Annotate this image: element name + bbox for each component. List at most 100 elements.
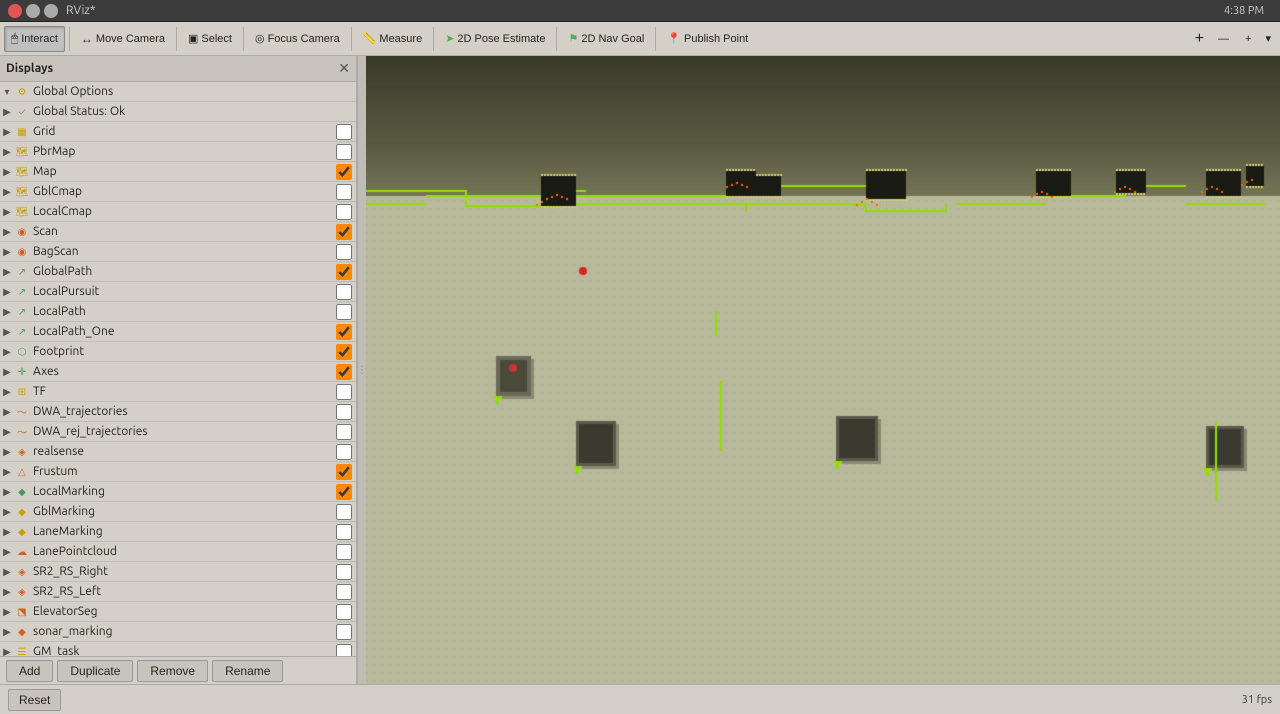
rename-button[interactable]: Rename xyxy=(212,660,283,682)
expand-arrow[interactable]: ▶ xyxy=(0,366,14,378)
display-item[interactable]: ▶〜DWA_trajectories xyxy=(0,402,356,422)
display-item[interactable]: ▶◆GblMarking xyxy=(0,502,356,522)
expand-arrow[interactable]: ▶ xyxy=(0,606,14,618)
display-item-checkbox[interactable] xyxy=(336,284,352,300)
expand-arrow[interactable]: ▶ xyxy=(0,486,14,498)
select-button[interactable]: ▣ Select xyxy=(181,26,239,52)
display-item[interactable]: ▶◈SR2_RS_Right xyxy=(0,562,356,582)
display-item[interactable]: ▶✛Axes xyxy=(0,362,356,382)
display-item[interactable]: ▶〜DWA_rej_trajectories xyxy=(0,422,356,442)
display-item-checkbox[interactable] xyxy=(336,544,352,560)
display-item[interactable]: ▶◆LaneMarking xyxy=(0,522,356,542)
display-item-checkbox[interactable] xyxy=(336,344,352,360)
expand-arrow[interactable]: ▶ xyxy=(0,326,14,338)
display-item-checkbox[interactable] xyxy=(336,504,352,520)
expand-arrow[interactable]: ▶ xyxy=(0,106,14,118)
minimize-button[interactable] xyxy=(26,4,40,18)
display-item[interactable]: ▾⚙Global Options xyxy=(0,82,356,102)
expand-arrow[interactable]: ▶ xyxy=(0,386,14,398)
expand-arrow[interactable]: ▶ xyxy=(0,146,14,158)
display-item[interactable]: ▶🗺PbrMap xyxy=(0,142,356,162)
display-item-checkbox[interactable] xyxy=(336,324,352,340)
expand-arrow[interactable]: ▶ xyxy=(0,166,14,178)
2d-pose-estimate-button[interactable]: ➤ 2D Pose Estimate xyxy=(438,26,552,52)
expand-arrow[interactable]: ▶ xyxy=(0,646,14,657)
display-item[interactable]: ▶⊞TF xyxy=(0,382,356,402)
display-item[interactable]: ▶△Frustum xyxy=(0,462,356,482)
display-item[interactable]: ▶◈SR2_RS_Left xyxy=(0,582,356,602)
2d-nav-goal-button[interactable]: ⚑ 2D Nav Goal xyxy=(561,26,651,52)
display-item-checkbox[interactable] xyxy=(336,404,352,420)
display-item-checkbox[interactable] xyxy=(336,524,352,540)
display-item-checkbox[interactable] xyxy=(336,204,352,220)
display-item[interactable]: ▶◆LocalMarking xyxy=(0,482,356,502)
expand-arrow[interactable]: ▾ xyxy=(0,86,14,98)
move-camera-button[interactable]: ↔ Move Camera xyxy=(74,26,172,52)
interact-button[interactable]: 🖱 Interact xyxy=(4,26,65,52)
display-item[interactable]: ▶↗LocalPursuit xyxy=(0,282,356,302)
remove-button[interactable]: Remove xyxy=(137,660,208,682)
add-button[interactable]: Add xyxy=(6,660,53,682)
expand-arrow[interactable]: ▶ xyxy=(0,286,14,298)
display-item[interactable]: ▶◉Scan xyxy=(0,222,356,242)
display-item-checkbox[interactable] xyxy=(336,484,352,500)
expand-arrow[interactable]: ▶ xyxy=(0,566,14,578)
display-item[interactable]: ▶☁LanePointcloud xyxy=(0,542,356,562)
display-item-checkbox[interactable] xyxy=(336,424,352,440)
display-item-checkbox[interactable] xyxy=(336,244,352,260)
display-item-checkbox[interactable] xyxy=(336,564,352,580)
expand-arrow[interactable]: ▶ xyxy=(0,186,14,198)
display-item[interactable]: ▶◉BagScan xyxy=(0,242,356,262)
reset-button[interactable]: Reset xyxy=(8,689,61,711)
display-item-checkbox[interactable] xyxy=(336,384,352,400)
expand-arrow[interactable]: ▶ xyxy=(0,226,14,238)
expand-arrow[interactable]: ▶ xyxy=(0,506,14,518)
display-item[interactable]: ▶↗GlobalPath xyxy=(0,262,356,282)
display-item-checkbox[interactable] xyxy=(336,264,352,280)
display-item[interactable]: ▶↗LocalPath_One xyxy=(0,322,356,342)
expand-arrow[interactable]: ▶ xyxy=(0,466,14,478)
expand-arrow[interactable]: ▶ xyxy=(0,126,14,138)
display-item-checkbox[interactable] xyxy=(336,644,352,657)
display-item[interactable]: ▶🗺GblCmap xyxy=(0,182,356,202)
display-item-checkbox[interactable] xyxy=(336,624,352,640)
display-item[interactable]: ▶☰GM_task xyxy=(0,642,356,656)
display-item-checkbox[interactable] xyxy=(336,124,352,140)
expand-arrow[interactable]: ▶ xyxy=(0,426,14,438)
display-item[interactable]: ▶◈realsense xyxy=(0,442,356,462)
display-item-checkbox[interactable] xyxy=(336,224,352,240)
toolbar-options-button[interactable]: ▾ xyxy=(1260,26,1276,52)
display-item[interactable]: ▶✓Global Status: Ok xyxy=(0,102,356,122)
display-item-checkbox[interactable] xyxy=(336,144,352,160)
viewport[interactable] xyxy=(366,56,1280,684)
maximize-button[interactable] xyxy=(44,4,58,18)
display-item[interactable]: ▶◆sonar_marking xyxy=(0,622,356,642)
expand-arrow[interactable]: ▶ xyxy=(0,406,14,418)
display-item[interactable]: ▶🗺Map xyxy=(0,162,356,182)
publish-point-button[interactable]: 📍 Publish Point xyxy=(660,26,755,52)
display-item-checkbox[interactable] xyxy=(336,604,352,620)
display-item-checkbox[interactable] xyxy=(336,304,352,320)
expand-arrow[interactable]: ▶ xyxy=(0,526,14,538)
display-item-checkbox[interactable] xyxy=(336,584,352,600)
expand-arrow[interactable]: ▶ xyxy=(0,246,14,258)
display-item-checkbox[interactable] xyxy=(336,464,352,480)
measure-button[interactable]: 📏 Measure xyxy=(356,26,430,52)
expand-arrow[interactable]: ▶ xyxy=(0,346,14,358)
resize-handle[interactable]: ⋮ xyxy=(358,56,366,684)
expand-arrow[interactable]: ▶ xyxy=(0,626,14,638)
expand-arrow[interactable]: ▶ xyxy=(0,306,14,318)
displays-close-button[interactable]: ✕ xyxy=(338,60,350,77)
toolbar-config-button[interactable]: + xyxy=(1238,26,1258,52)
display-item[interactable]: ▶↗LocalPath xyxy=(0,302,356,322)
expand-arrow[interactable]: ▶ xyxy=(0,586,14,598)
expand-arrow[interactable]: ▶ xyxy=(0,266,14,278)
display-item-checkbox[interactable] xyxy=(336,184,352,200)
display-item[interactable]: ▶⬡Footprint xyxy=(0,342,356,362)
duplicate-button[interactable]: Duplicate xyxy=(57,660,133,682)
display-item[interactable]: ▶⬔ElevatorSeg xyxy=(0,602,356,622)
add-display-button[interactable]: + xyxy=(1190,26,1209,52)
expand-arrow[interactable]: ▶ xyxy=(0,546,14,558)
display-item-checkbox[interactable] xyxy=(336,364,352,380)
expand-arrow[interactable]: ▶ xyxy=(0,206,14,218)
